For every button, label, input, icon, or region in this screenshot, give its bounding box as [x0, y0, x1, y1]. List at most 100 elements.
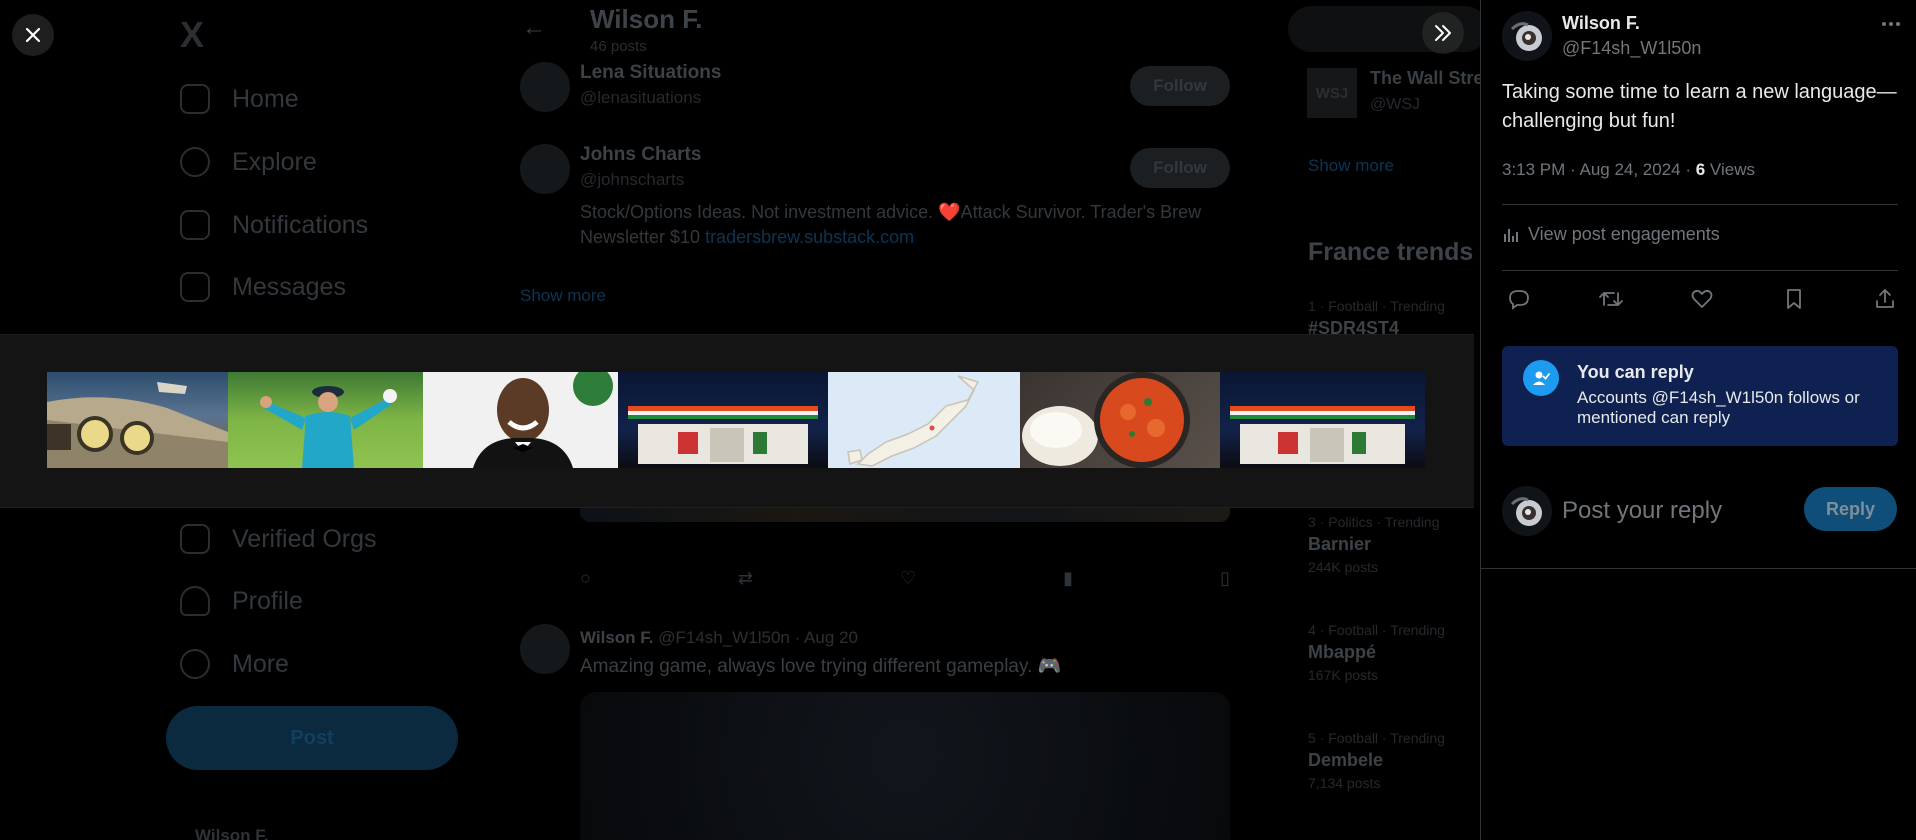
more-options-icon[interactable] — [1873, 12, 1909, 36]
reply-icon[interactable]: ○ — [580, 568, 591, 589]
author-avatar[interactable] — [1502, 11, 1552, 61]
share-button[interactable] — [1868, 282, 1902, 316]
analytics-icon — [1504, 228, 1518, 242]
bio-link[interactable]: tradersbrew.substack.com — [705, 227, 914, 247]
views-label: Views — [1705, 160, 1755, 179]
trend-posts: 167K posts — [1308, 667, 1379, 683]
nav-more[interactable]: More — [180, 649, 289, 679]
convenience-store-night-photo-2[interactable] — [1220, 372, 1425, 468]
nav-profile[interactable]: Profile — [180, 586, 303, 616]
views-icon[interactable]: ▮ — [1063, 568, 1073, 589]
avatar — [520, 624, 570, 674]
repost-button[interactable] — [1594, 282, 1628, 316]
convenience-store-night-photo[interactable] — [618, 372, 828, 468]
reply-submit-button[interactable]: Reply — [1804, 487, 1897, 531]
man-in-tuxedo-photo[interactable] — [423, 372, 618, 468]
reply-notice-title: You can reply — [1577, 362, 1694, 382]
lightning-icon — [180, 524, 210, 554]
bell-icon — [180, 210, 210, 240]
post-text: Taking some time to learn a new language… — [1502, 81, 1897, 132]
account-switcher[interactable]: Wilson F. — [195, 826, 269, 840]
post-button[interactable]: Post — [166, 706, 458, 770]
nav-verified-orgs[interactable]: Verified Orgs — [180, 524, 377, 554]
trend-item[interactable]: 5 · Football · Trending Dembele 7,134 po… — [1308, 730, 1445, 791]
close-viewer-button[interactable] — [12, 14, 54, 56]
reply-button[interactable] — [1502, 282, 1536, 316]
japan-map-image[interactable] — [828, 372, 1020, 468]
trend-category: 5 · Football · Trending — [1308, 730, 1445, 746]
divider — [1502, 270, 1898, 271]
trend-name: Barnier — [1308, 534, 1372, 554]
show-more-link[interactable]: Show more — [520, 286, 606, 306]
toggle-sidebar-button[interactable] — [1422, 12, 1464, 54]
chevrons-right-icon — [1435, 25, 1451, 41]
suggestion-bio: Stock/Options Ideas. Not investment advi… — [580, 200, 1220, 250]
view-engagements-label: View post engagements — [1528, 224, 1720, 244]
avatar — [520, 144, 570, 194]
trend-item[interactable]: 3 · Politics · Trending Barnier 244K pos… — [1308, 514, 1440, 575]
like-icon[interactable]: ♡ — [900, 568, 916, 589]
man-in-tuxedo-illustration — [473, 372, 613, 468]
bookmark-icon[interactable]: ▯ — [1220, 568, 1230, 589]
reply-input[interactable] — [1562, 494, 1792, 528]
post-author-handle: @F14sh_W1l50n — [658, 628, 790, 647]
trend-name: Mbappé — [1308, 642, 1377, 662]
x-logo: X — [180, 14, 205, 55]
share-icon — [1876, 289, 1894, 308]
post-time: 3:13 PM · Aug 24, 2024 · — [1502, 160, 1696, 179]
nav-verified-orgs-label: Verified Orgs — [232, 524, 377, 553]
vintage-car-photo[interactable] — [47, 372, 228, 468]
nav-messages-label: Messages — [232, 272, 346, 301]
divider — [1481, 568, 1916, 569]
post-detail-panel: Wilson F. @F14sh_W1l50n Taking some time… — [1480, 0, 1916, 840]
home-icon — [180, 84, 210, 114]
nav-profile-label: Profile — [232, 586, 303, 615]
trend-item[interactable]: 1 · Football · Trending #SDR4ST4 — [1308, 298, 1445, 339]
trend-item[interactable]: 4 · Football · Trending Mbappé 167K post… — [1308, 622, 1445, 683]
post-timestamp: 3:13 PM · Aug 24, 2024 · 6 Views — [1502, 160, 1755, 180]
avatar-image — [1502, 486, 1552, 536]
person-icon — [180, 586, 210, 616]
author-handle[interactable]: @F14sh_W1l50n — [1562, 38, 1701, 59]
suggestion-handle: @johnscharts — [580, 170, 685, 189]
golfer-illustration — [260, 386, 397, 468]
avatar-image — [1502, 11, 1552, 61]
post-media[interactable] — [580, 692, 1230, 840]
heart-icon — [1691, 289, 1713, 308]
nav-home[interactable]: Home — [180, 84, 299, 114]
golfer-photo[interactable] — [228, 372, 423, 468]
view-engagements-link[interactable]: View post engagements — [1502, 224, 1720, 245]
back-arrow-icon[interactable]: ← — [522, 14, 546, 42]
like-button[interactable] — [1685, 282, 1719, 316]
curry-dish-illustration — [1022, 372, 1190, 468]
bookmark-icon — [1786, 289, 1801, 309]
media-image-strip[interactable] — [47, 372, 1425, 468]
nav-home-label: Home — [232, 84, 299, 113]
nav-notifications[interactable]: Notifications — [180, 210, 368, 240]
close-icon — [25, 27, 41, 43]
vintage-car-illustration — [47, 382, 228, 468]
trend-posts: 7,134 posts — [1308, 775, 1381, 791]
profile-header-subtitle: 46 posts — [590, 38, 647, 55]
suggestion-name: Johns Charts — [580, 144, 702, 165]
follow-button[interactable]: Follow — [1130, 66, 1230, 106]
nav-more-label: More — [232, 649, 289, 678]
bookmark-button[interactable] — [1777, 282, 1811, 316]
post-text: Amazing game, always love trying differe… — [580, 656, 1062, 677]
nav-explore-label: Explore — [232, 147, 317, 176]
post-actions: ○ ⇄ ♡ ▮ ▯ — [580, 568, 1230, 589]
show-more-link[interactable]: Show more — [1308, 156, 1394, 176]
follow-button[interactable]: Follow — [1130, 148, 1230, 188]
suggestion-handle: @WSJ — [1370, 96, 1421, 113]
repost-icon[interactable]: ⇄ — [738, 568, 753, 589]
follow-suggestion: Johns Charts @johnscharts Follow Stock/O… — [520, 144, 1230, 254]
nav-explore[interactable]: Explore — [180, 147, 317, 177]
trend-category: 4 · Football · Trending — [1308, 622, 1445, 638]
trend-posts: 244K posts — [1308, 559, 1379, 575]
nav-messages[interactable]: Messages — [180, 272, 346, 302]
suggestion-name: The Wall Street Journal — [1370, 68, 1480, 88]
curry-dish-photo[interactable] — [1020, 372, 1220, 468]
reply-permission-notice: You can reply Accounts @F14sh_W1l50n fol… — [1502, 346, 1898, 446]
author-name[interactable]: Wilson F. — [1562, 13, 1640, 34]
trend-category: 1 · Football · Trending — [1308, 298, 1445, 314]
